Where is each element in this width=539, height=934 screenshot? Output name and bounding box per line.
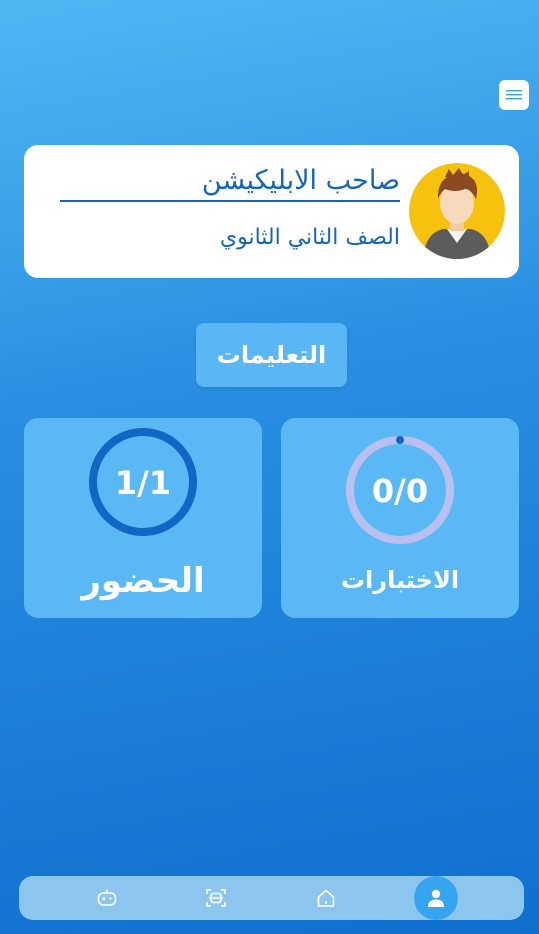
home-icon bbox=[317, 889, 335, 907]
bottom-nav bbox=[19, 876, 524, 920]
exams-value: 0/0 bbox=[371, 472, 429, 510]
menu-button[interactable] bbox=[499, 80, 529, 110]
nav-profile[interactable] bbox=[414, 876, 458, 920]
profile-card: صاحب الابليكيشن الصف الثاني الثانوي bbox=[24, 145, 519, 278]
nav-scan[interactable] bbox=[194, 876, 238, 920]
attendance-label: الحضور bbox=[81, 561, 205, 601]
exams-label: الاختبارات bbox=[340, 566, 460, 594]
menu-icon bbox=[506, 90, 522, 100]
scan-icon bbox=[206, 889, 226, 907]
gamepad-icon bbox=[97, 889, 117, 906]
exams-card[interactable]: 0/0 الاختبارات bbox=[281, 418, 519, 618]
nav-games[interactable] bbox=[85, 876, 129, 920]
student-name: صاحب الابليكيشن bbox=[60, 165, 400, 202]
nav-home[interactable] bbox=[304, 876, 348, 920]
avatar bbox=[409, 163, 505, 259]
student-grade: الصف الثاني الثانوي bbox=[219, 225, 400, 250]
attendance-value: 1/1 bbox=[114, 464, 172, 502]
profile-icon bbox=[428, 889, 444, 907]
instructions-button[interactable]: التعليمات bbox=[196, 323, 347, 387]
attendance-card[interactable]: 1/1 الحضور bbox=[24, 418, 262, 618]
